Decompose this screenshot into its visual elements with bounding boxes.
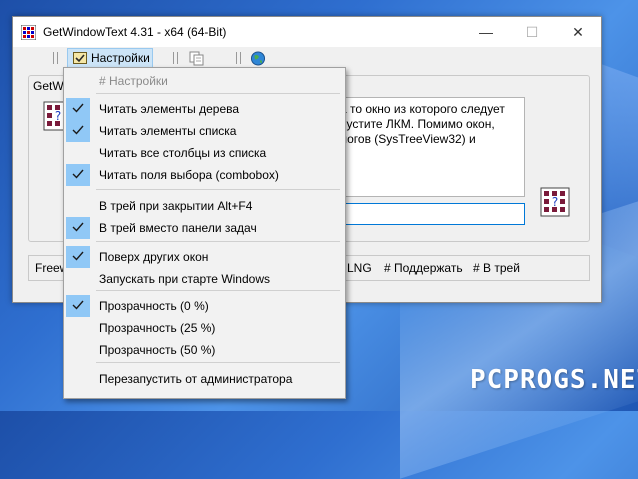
menu-header: # Настройки xyxy=(64,70,343,92)
menu-item-label: Читать поля выбора (combobox) xyxy=(99,168,279,182)
window-title: GetWindowText 4.31 - x64 (64-Bit) xyxy=(43,25,227,39)
settings-dropdown-menu: # Настройки Читать элементы дерева Читать … xyxy=(63,67,346,399)
checkmark-icon xyxy=(72,251,84,261)
settings-menu-button[interactable]: Настройки xyxy=(67,48,153,68)
menu-item[interactable]: В трей вместо панели задач xyxy=(64,217,343,239)
menu-separator xyxy=(96,290,340,291)
menu-item-label: Читать элементы списка xyxy=(99,124,237,138)
toolbar: Настройки xyxy=(13,47,601,69)
menu-item-label: Запускать при старте Windows xyxy=(99,272,270,286)
menu-separator xyxy=(96,362,340,363)
checkmark-icon xyxy=(72,125,84,135)
menu-item-label: В трей вместо панели задач xyxy=(99,221,257,235)
menu-item[interactable]: В трей при закрытии Alt+F4 xyxy=(64,195,343,217)
status-lng-link[interactable]: LNG xyxy=(347,261,372,275)
checkmark-icon xyxy=(72,169,84,179)
window-text-field[interactable] xyxy=(333,203,525,225)
menu-item[interactable]: Читать элементы списка xyxy=(64,120,343,142)
status-support-link[interactable]: # Поддержать xyxy=(384,261,463,275)
menu-item[interactable]: Прозрачность (25 %) xyxy=(64,317,343,339)
toolbar-grip[interactable] xyxy=(53,52,58,64)
menu-item[interactable]: Запускать при старте Windows xyxy=(64,268,343,290)
menu-item-label: В трей при закрытии Alt+F4 xyxy=(99,199,253,213)
menu-item-label: Читать элементы дерева xyxy=(99,102,240,116)
globe-icon[interactable] xyxy=(250,51,266,66)
maximize-button[interactable]: ☐ xyxy=(509,17,555,47)
copy-icon[interactable] xyxy=(189,51,205,66)
checkmark-icon xyxy=(72,222,84,232)
menu-item[interactable]: Прозрачность (50 %) xyxy=(64,339,343,361)
svg-text:?: ? xyxy=(552,195,558,209)
menu-item-label: Прозрачность (0 %) xyxy=(99,299,209,313)
finder-target-icon-right[interactable]: ? xyxy=(540,187,570,217)
menu-item-label: Прозрачность (50 %) xyxy=(99,343,216,357)
toolbar-grip[interactable] xyxy=(173,52,178,64)
settings-menu-label: Настройки xyxy=(91,51,150,65)
group-label: GetWi xyxy=(33,79,67,93)
app-icon xyxy=(21,25,36,40)
description-text: а то окно из которого следует пустите ЛК… xyxy=(333,97,525,197)
checkmark-icon xyxy=(72,300,84,310)
svg-text:?: ? xyxy=(55,109,61,123)
checkmark-icon xyxy=(72,103,84,113)
menu-item[interactable]: Перезапустить от администратора xyxy=(64,368,343,390)
close-button[interactable]: ✕ xyxy=(555,17,601,47)
menu-item-label: Прозрачность (25 %) xyxy=(99,321,216,335)
menu-separator xyxy=(96,93,340,94)
menu-separator xyxy=(96,189,340,190)
menu-item[interactable]: Поверх других окон xyxy=(64,246,343,268)
settings-icon xyxy=(73,52,87,64)
menu-header-label: # Настройки xyxy=(99,74,168,88)
menu-item-label: Читать все столбцы из списка xyxy=(99,146,267,160)
menu-item-label: Поверх других окон xyxy=(99,250,209,264)
title-bar[interactable]: GetWindowText 4.31 - x64 (64-Bit) — ☐ ✕ xyxy=(13,17,601,47)
menu-item[interactable]: Читать поля выбора (combobox) xyxy=(64,164,343,186)
menu-item[interactable]: Читать все столбцы из списка xyxy=(64,142,343,164)
menu-item[interactable]: Читать элементы дерева xyxy=(64,98,343,120)
minimize-button[interactable]: — xyxy=(463,17,509,47)
status-tray-link[interactable]: # В трей xyxy=(473,261,520,275)
menu-item[interactable]: Прозрачность (0 %) xyxy=(64,295,343,317)
watermark: PCPROGS.NET xyxy=(470,365,638,395)
menu-item-label: Перезапустить от администратора xyxy=(99,372,293,386)
toolbar-grip[interactable] xyxy=(236,52,241,64)
menu-separator xyxy=(96,241,340,242)
